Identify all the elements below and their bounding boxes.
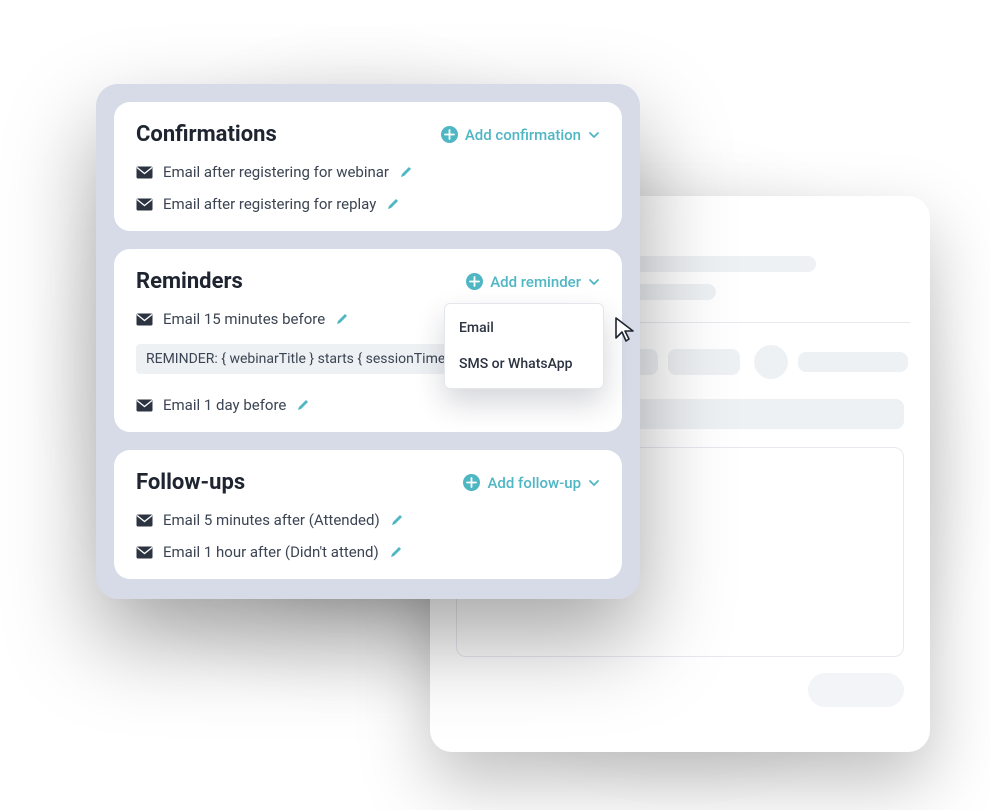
chevron-down-icon [588, 477, 600, 489]
confirmation-item: Email after registering for replay [136, 195, 600, 213]
skeleton-pill [798, 352, 908, 372]
envelope-icon [136, 198, 153, 211]
pencil-icon[interactable] [389, 545, 403, 559]
confirmation-item: Email after registering for webinar [136, 163, 600, 181]
add-reminder-dropdown: Email SMS or WhatsApp [444, 303, 604, 389]
reminder-item-label: Email 15 minutes before [163, 310, 325, 328]
add-reminder-button[interactable]: Add reminder Email SMS or WhatsApp [466, 273, 600, 291]
add-followup-label: Add follow-up [487, 474, 581, 492]
chevron-down-icon [588, 276, 600, 288]
add-confirmation-label: Add confirmation [465, 126, 581, 144]
skeleton-avatar [754, 345, 788, 379]
pencil-icon[interactable] [296, 398, 310, 412]
dropdown-option-email[interactable]: Email [445, 310, 603, 346]
envelope-icon [136, 166, 153, 179]
confirmations-title: Confirmations [136, 122, 277, 147]
reminders-title: Reminders [136, 269, 243, 294]
followup-item: Email 1 hour after (Didn't attend) [136, 543, 600, 561]
plus-circle-icon [441, 126, 458, 143]
skeleton-button [808, 673, 904, 707]
skeleton-tab [668, 349, 740, 375]
envelope-icon [136, 399, 153, 412]
pencil-icon[interactable] [399, 165, 413, 179]
reminders-card: Reminders Add reminder Email SMS or What… [114, 249, 622, 432]
envelope-icon [136, 313, 153, 326]
dropdown-option-sms[interactable]: SMS or WhatsApp [445, 346, 603, 382]
followups-title: Follow-ups [136, 470, 245, 495]
followup-item-label: Email 5 minutes after (Attended) [163, 511, 380, 529]
reminder-template-chip: REMINDER: { webinarTitle } starts { sess… [136, 344, 487, 374]
envelope-icon [136, 514, 153, 527]
followups-card: Follow-ups Add follow-up Email 5 minutes… [114, 450, 622, 579]
add-reminder-label: Add reminder [490, 273, 581, 291]
chevron-down-icon [588, 129, 600, 141]
envelope-icon [136, 546, 153, 559]
followup-item-label: Email 1 hour after (Didn't attend) [163, 543, 379, 561]
plus-circle-icon [463, 474, 480, 491]
pencil-icon[interactable] [335, 312, 349, 326]
notifications-settings-panel: Confirmations Add confirmation Email aft… [96, 84, 640, 599]
followup-item: Email 5 minutes after (Attended) [136, 511, 600, 529]
pencil-icon[interactable] [386, 197, 400, 211]
add-confirmation-button[interactable]: Add confirmation [441, 126, 600, 144]
confirmation-item-label: Email after registering for replay [163, 195, 376, 213]
confirmations-card: Confirmations Add confirmation Email aft… [114, 102, 622, 231]
pencil-icon[interactable] [390, 513, 404, 527]
reminder-item: Email 1 day before [136, 396, 600, 414]
plus-circle-icon [466, 273, 483, 290]
add-followup-button[interactable]: Add follow-up [463, 474, 600, 492]
reminder-item-label: Email 1 day before [163, 396, 286, 414]
confirmation-item-label: Email after registering for webinar [163, 163, 389, 181]
